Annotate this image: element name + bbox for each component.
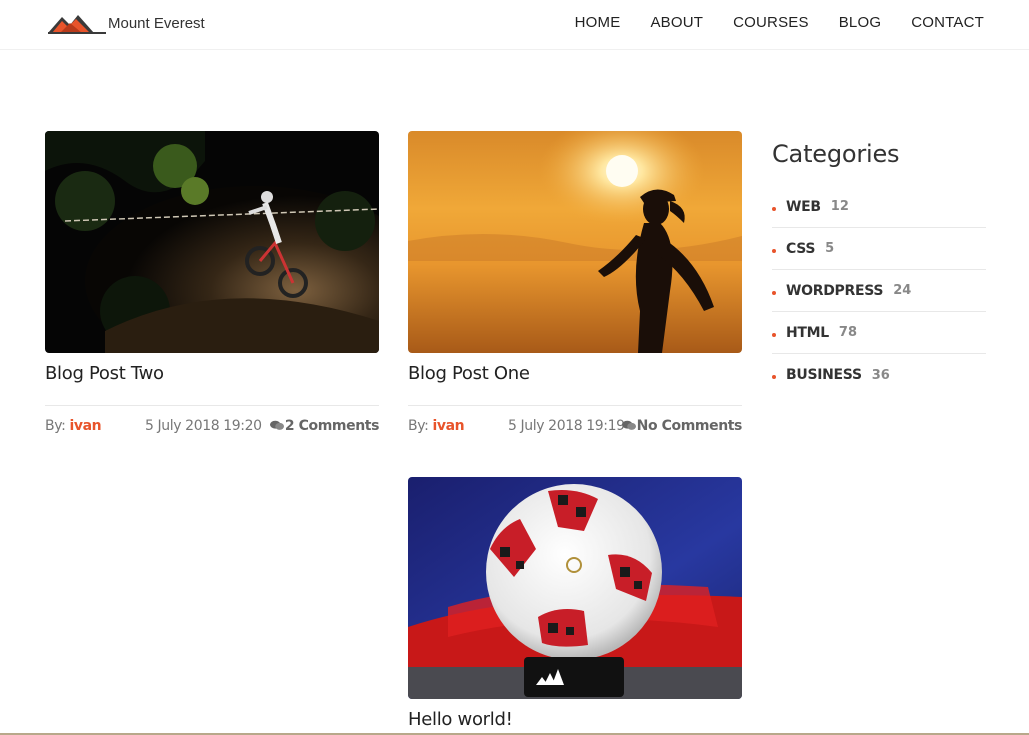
comments-icon (621, 420, 636, 430)
category-count: 24 (893, 283, 912, 298)
sidebar-heading: Categories (772, 140, 900, 168)
post-thumbnail-runner[interactable] (408, 131, 742, 353)
category-name[interactable]: WORDPRESS (786, 283, 883, 299)
bullet-icon (772, 332, 776, 337)
category-item-css[interactable]: CSS 5 (772, 228, 986, 270)
bullet-icon (772, 248, 776, 253)
nav-courses[interactable]: COURSES (733, 14, 809, 31)
post-card: Blog Post One By: ivan 5 July 2018 19:19… (408, 131, 742, 434)
bullet-icon (772, 290, 776, 295)
nav-blog[interactable]: BLOG (839, 14, 881, 31)
post-title[interactable]: Blog Post Two (45, 363, 164, 384)
post-comments-count: 2 Comments (284, 418, 380, 434)
post-byline: By: ivan (408, 418, 465, 434)
post-thumbnail-biker[interactable] (45, 131, 379, 353)
post-byline: By: ivan (45, 418, 102, 434)
post-author-link[interactable]: ivan (69, 418, 101, 434)
category-name[interactable]: HTML (786, 325, 829, 341)
category-name[interactable]: WEB (786, 199, 821, 215)
post-title[interactable]: Hello world! (408, 709, 513, 730)
category-name[interactable]: CSS (786, 241, 815, 257)
site-header: Mount Everest HOME ABOUT COURSES BLOG CO… (0, 0, 1029, 50)
post-comments-count: No Comments (636, 418, 743, 434)
post-divider (45, 405, 379, 406)
post-card: Blog Post Two By: ivan 5 July 2018 19:20… (45, 131, 379, 434)
bullet-icon (772, 206, 776, 211)
category-item-web[interactable]: WEB 12 (772, 186, 986, 228)
post-card: Hello world! (408, 477, 742, 730)
post-title[interactable]: Blog Post One (408, 363, 530, 384)
post-comments-link[interactable]: 2 Comments (269, 418, 380, 434)
post-date: 5 July 2018 19:20 (145, 418, 262, 434)
post-author-link[interactable]: ivan (432, 418, 464, 434)
mountain-logo-icon (48, 15, 106, 34)
category-count: 12 (830, 199, 849, 214)
nav-about[interactable]: ABOUT (650, 14, 703, 31)
category-item-html[interactable]: HTML 78 (772, 312, 986, 354)
post-divider (408, 405, 742, 406)
category-count: 5 (825, 241, 835, 256)
category-list: WEB 12 CSS 5 WORDPRESS 24 HTML 78 BUSINE… (772, 186, 986, 396)
nav-home[interactable]: HOME (575, 14, 621, 31)
category-count: 78 (838, 325, 858, 340)
category-item-wordpress[interactable]: WORDPRESS 24 (772, 270, 986, 312)
category-name[interactable]: BUSINESS (786, 367, 862, 383)
main-nav: HOME ABOUT COURSES BLOG CONTACT (575, 14, 984, 31)
category-count: 36 (871, 367, 890, 383)
by-label: By: (408, 418, 429, 434)
nav-contact[interactable]: CONTACT (911, 14, 984, 31)
post-thumbnail-football[interactable] (408, 477, 742, 699)
bullet-icon (772, 375, 776, 379)
post-date: 5 July 2018 19:19 (508, 418, 625, 434)
site-logo-text: Mount Everest (108, 14, 205, 32)
comments-icon (269, 420, 284, 430)
category-item-business[interactable]: BUSINESS 36 (772, 354, 986, 396)
sidebar-categories: Categories WEB 12 CSS 5 WORDPRESS 24 HTM… (772, 140, 986, 396)
post-comments-link[interactable]: No Comments (621, 418, 743, 434)
site-logo[interactable]: Mount Everest (48, 10, 205, 36)
by-label: By: (45, 418, 66, 434)
